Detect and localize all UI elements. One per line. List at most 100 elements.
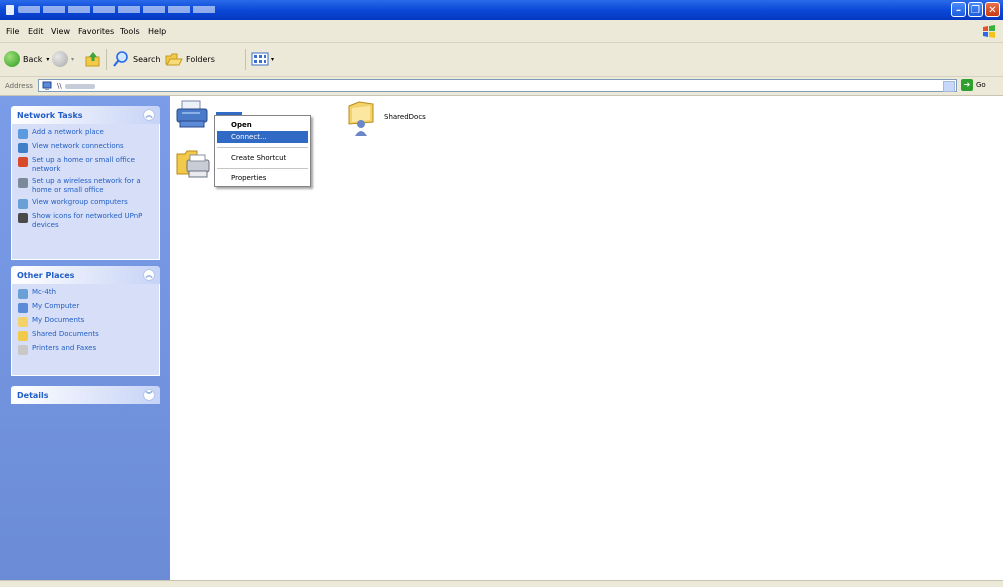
context-menu: Open Connect... Create Shortcut Properti… — [214, 115, 311, 187]
folders-icon — [165, 53, 183, 66]
task-add-network-place[interactable]: Add a network place — [18, 128, 155, 139]
task-label: Show icons for networked UPnP devices — [32, 212, 143, 229]
network-tasks-header[interactable]: Network Tasks ︽ — [11, 106, 160, 124]
other-places-title: Other Places — [17, 271, 75, 280]
address-label: Address — [5, 82, 33, 90]
views-button[interactable]: ▾ — [251, 49, 274, 69]
printer-icon — [18, 345, 28, 355]
window-title-redacted — [18, 6, 218, 13]
back-button[interactable]: Back ▾ — [4, 49, 49, 69]
close-button[interactable]: ✕ — [985, 2, 1000, 17]
computer-icon — [18, 303, 28, 313]
place-my-documents[interactable]: My Documents — [18, 316, 155, 327]
home-network-icon — [18, 157, 28, 167]
menu-tools[interactable]: Tools — [120, 27, 140, 36]
task-label: View network connections — [32, 142, 124, 150]
place-my-computer[interactable]: My Computer — [18, 302, 155, 313]
search-icon — [113, 51, 128, 67]
details-header[interactable]: Details ︾ — [11, 386, 160, 404]
place-label: My Computer — [32, 302, 80, 310]
place-label: My Documents — [32, 316, 85, 324]
chevron-down-icon: ▾ — [46, 55, 50, 63]
context-menu-separator — [217, 168, 308, 169]
network-computer-icon — [42, 81, 52, 90]
search-button[interactable]: Search — [112, 49, 160, 69]
printer-folder-icon — [176, 150, 210, 178]
menu-view[interactable]: View — [51, 27, 70, 36]
window-icon — [6, 5, 14, 15]
folder-icon — [18, 331, 28, 341]
context-menu-separator — [217, 147, 308, 148]
chevron-down-icon: ▾ — [71, 55, 75, 63]
maximize-button[interactable]: ❐ — [968, 2, 983, 17]
place-label: Mc-4th — [32, 288, 57, 296]
task-setup-wireless-network[interactable]: Set up a wireless network for a home or … — [18, 177, 155, 195]
network-connections-icon — [18, 143, 28, 153]
task-pane: Network Tasks ︽ Add a network place View… — [0, 96, 170, 580]
address-dropdown-button[interactable] — [943, 81, 955, 92]
windows-logo-icon — [983, 25, 995, 38]
place-label: Shared Documents — [32, 330, 99, 338]
status-bar — [0, 580, 1003, 587]
shared-folder-icon — [348, 101, 374, 136]
title-bar[interactable]: – ❐ ✕ — [0, 0, 1003, 20]
context-menu-properties[interactable]: Properties — [217, 172, 308, 184]
toolbar: Back ▾ ▾ Search Folders ▾ — [0, 43, 1003, 77]
network-tasks-title: Network Tasks — [17, 111, 83, 120]
back-arrow-icon — [4, 51, 20, 67]
forward-arrow-icon — [52, 51, 68, 67]
context-menu-open[interactable]: Open — [217, 119, 308, 131]
place-mc-4th[interactable]: Mc-4th — [18, 288, 155, 299]
up-folder-button[interactable] — [84, 49, 102, 69]
task-label: View workgroup computers — [32, 198, 128, 206]
chevron-down-icon: ▾ — [271, 55, 275, 63]
task-view-workgroup[interactable]: View workgroup computers — [18, 198, 155, 209]
minimize-button[interactable]: – — [951, 2, 966, 17]
place-shared-documents[interactable]: Shared Documents — [18, 330, 155, 341]
task-setup-home-network[interactable]: Set up a home or small office network — [18, 156, 155, 174]
workgroup-icon — [18, 289, 28, 299]
network-place-icon — [18, 129, 28, 139]
upnp-icon — [18, 213, 28, 223]
other-places-header[interactable]: Other Places ︽ — [11, 266, 160, 284]
menu-bar: File Edit View Favorites Tools Help — [0, 20, 1003, 43]
context-menu-connect[interactable]: Connect... — [217, 131, 308, 143]
address-bar: Address \\ ➜ Go — [0, 77, 1003, 96]
task-label: Set up a home or small office network — [32, 156, 135, 173]
back-label: Back — [23, 54, 43, 64]
folders-button[interactable]: Folders — [165, 49, 215, 69]
network-tasks-panel: Network Tasks ︽ Add a network place View… — [11, 106, 160, 260]
views-icon — [251, 52, 269, 66]
menu-file[interactable]: File — [6, 27, 19, 36]
explorer-window: – ❐ ✕ File Edit View Favorites Tools Hel… — [0, 0, 1003, 587]
network-printer-item[interactable] — [174, 98, 212, 132]
context-menu-create-shortcut[interactable]: Create Shortcut — [217, 152, 308, 164]
address-redacted — [65, 84, 95, 89]
network-printer-item-2[interactable] — [175, 146, 213, 182]
search-label: Search — [133, 54, 161, 64]
task-label: Add a network place — [32, 128, 104, 136]
go-arrow-icon: ➜ — [961, 79, 973, 91]
shared-docs-label[interactable]: SharedDocs — [384, 113, 426, 121]
collapse-chevron-icon[interactable]: ︽ — [143, 109, 155, 121]
collapse-chevron-icon[interactable]: ︽ — [143, 269, 155, 281]
workgroup-icon — [18, 199, 28, 209]
task-view-network-connections[interactable]: View network connections — [18, 142, 155, 153]
forward-button[interactable]: ▾ — [52, 49, 74, 69]
wireless-network-icon — [18, 178, 28, 188]
menu-edit[interactable]: Edit — [28, 27, 44, 36]
menu-help[interactable]: Help — [148, 27, 166, 36]
up-folder-icon — [85, 52, 100, 67]
task-label: Set up a wireless network for a home or … — [32, 177, 141, 194]
folders-label: Folders — [186, 54, 215, 64]
task-show-upnp[interactable]: Show icons for networked UPnP devices — [18, 212, 155, 230]
address-input[interactable]: \\ — [38, 79, 957, 92]
shared-docs-item[interactable] — [346, 98, 378, 136]
menu-favorites[interactable]: Favorites — [78, 27, 114, 36]
go-label: Go — [976, 81, 986, 89]
place-printers-faxes[interactable]: Printers and Faxes — [18, 344, 155, 355]
details-title: Details — [17, 391, 49, 400]
expand-chevron-icon[interactable]: ︾ — [143, 389, 155, 401]
address-value: \\ — [57, 82, 62, 90]
go-button[interactable]: ➜ Go — [961, 79, 986, 91]
